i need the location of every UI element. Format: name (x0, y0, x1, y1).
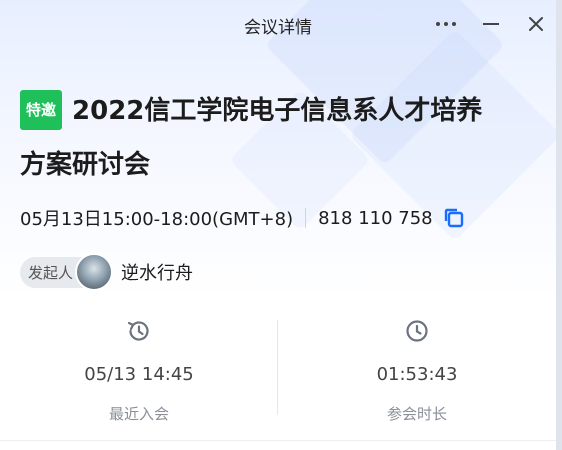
attendance-duration: 01:53:43 (376, 364, 458, 385)
meeting-title: 特邀 2022信工学院电子信息系人才培养 方案研讨会 (20, 90, 520, 183)
divider (305, 208, 307, 228)
last-join-stat: 05/13 14:45 最近入会 (0, 310, 278, 424)
last-join-label: 最近入会 (108, 405, 169, 423)
meeting-stats: 05/13 14:45 最近入会 01:53:43 参会时长 (0, 310, 556, 423)
minimize-icon (483, 23, 499, 25)
host-row: 发起人 逆水行舟 (20, 253, 194, 291)
meeting-time: 05月13日15:00-18:00(GMT+8) (20, 209, 294, 230)
window-title: 会议详情 (244, 18, 312, 38)
meeting-info-row: 05月13日15:00-18:00(GMT+8) 818 110 758 (20, 206, 465, 230)
close-button[interactable] (522, 10, 550, 38)
meeting-title-line1: 2022信工学院电子信息系人才培养 (72, 96, 483, 126)
history-icon (127, 321, 149, 341)
host-name: 逆水行舟 (121, 263, 194, 284)
close-icon (529, 17, 543, 31)
special-invite-badge: 特邀 (20, 90, 63, 130)
last-join-time: 05/13 14:45 (84, 364, 194, 385)
attendance-duration-label: 参会时长 (386, 405, 447, 423)
avatar[interactable] (75, 253, 114, 291)
window-edge (556, 0, 562, 450)
bottom-divider (0, 440, 556, 441)
meeting-detail-window: 会议详情 特邀 2022信工学院电子信息系人才培养 方案研讨会 05月13日15:… (0, 0, 556, 450)
clock-icon (406, 320, 428, 342)
duration-stat: 01:53:43 参会时长 (278, 310, 556, 424)
meeting-id: 818 110 758 (318, 207, 433, 229)
minimize-button[interactable] (477, 10, 505, 38)
title-bar: 会议详情 (0, 0, 556, 48)
copy-icon[interactable] (443, 207, 465, 229)
meeting-title-line2: 方案研讨会 (20, 150, 151, 180)
more-options-button[interactable] (432, 10, 460, 38)
